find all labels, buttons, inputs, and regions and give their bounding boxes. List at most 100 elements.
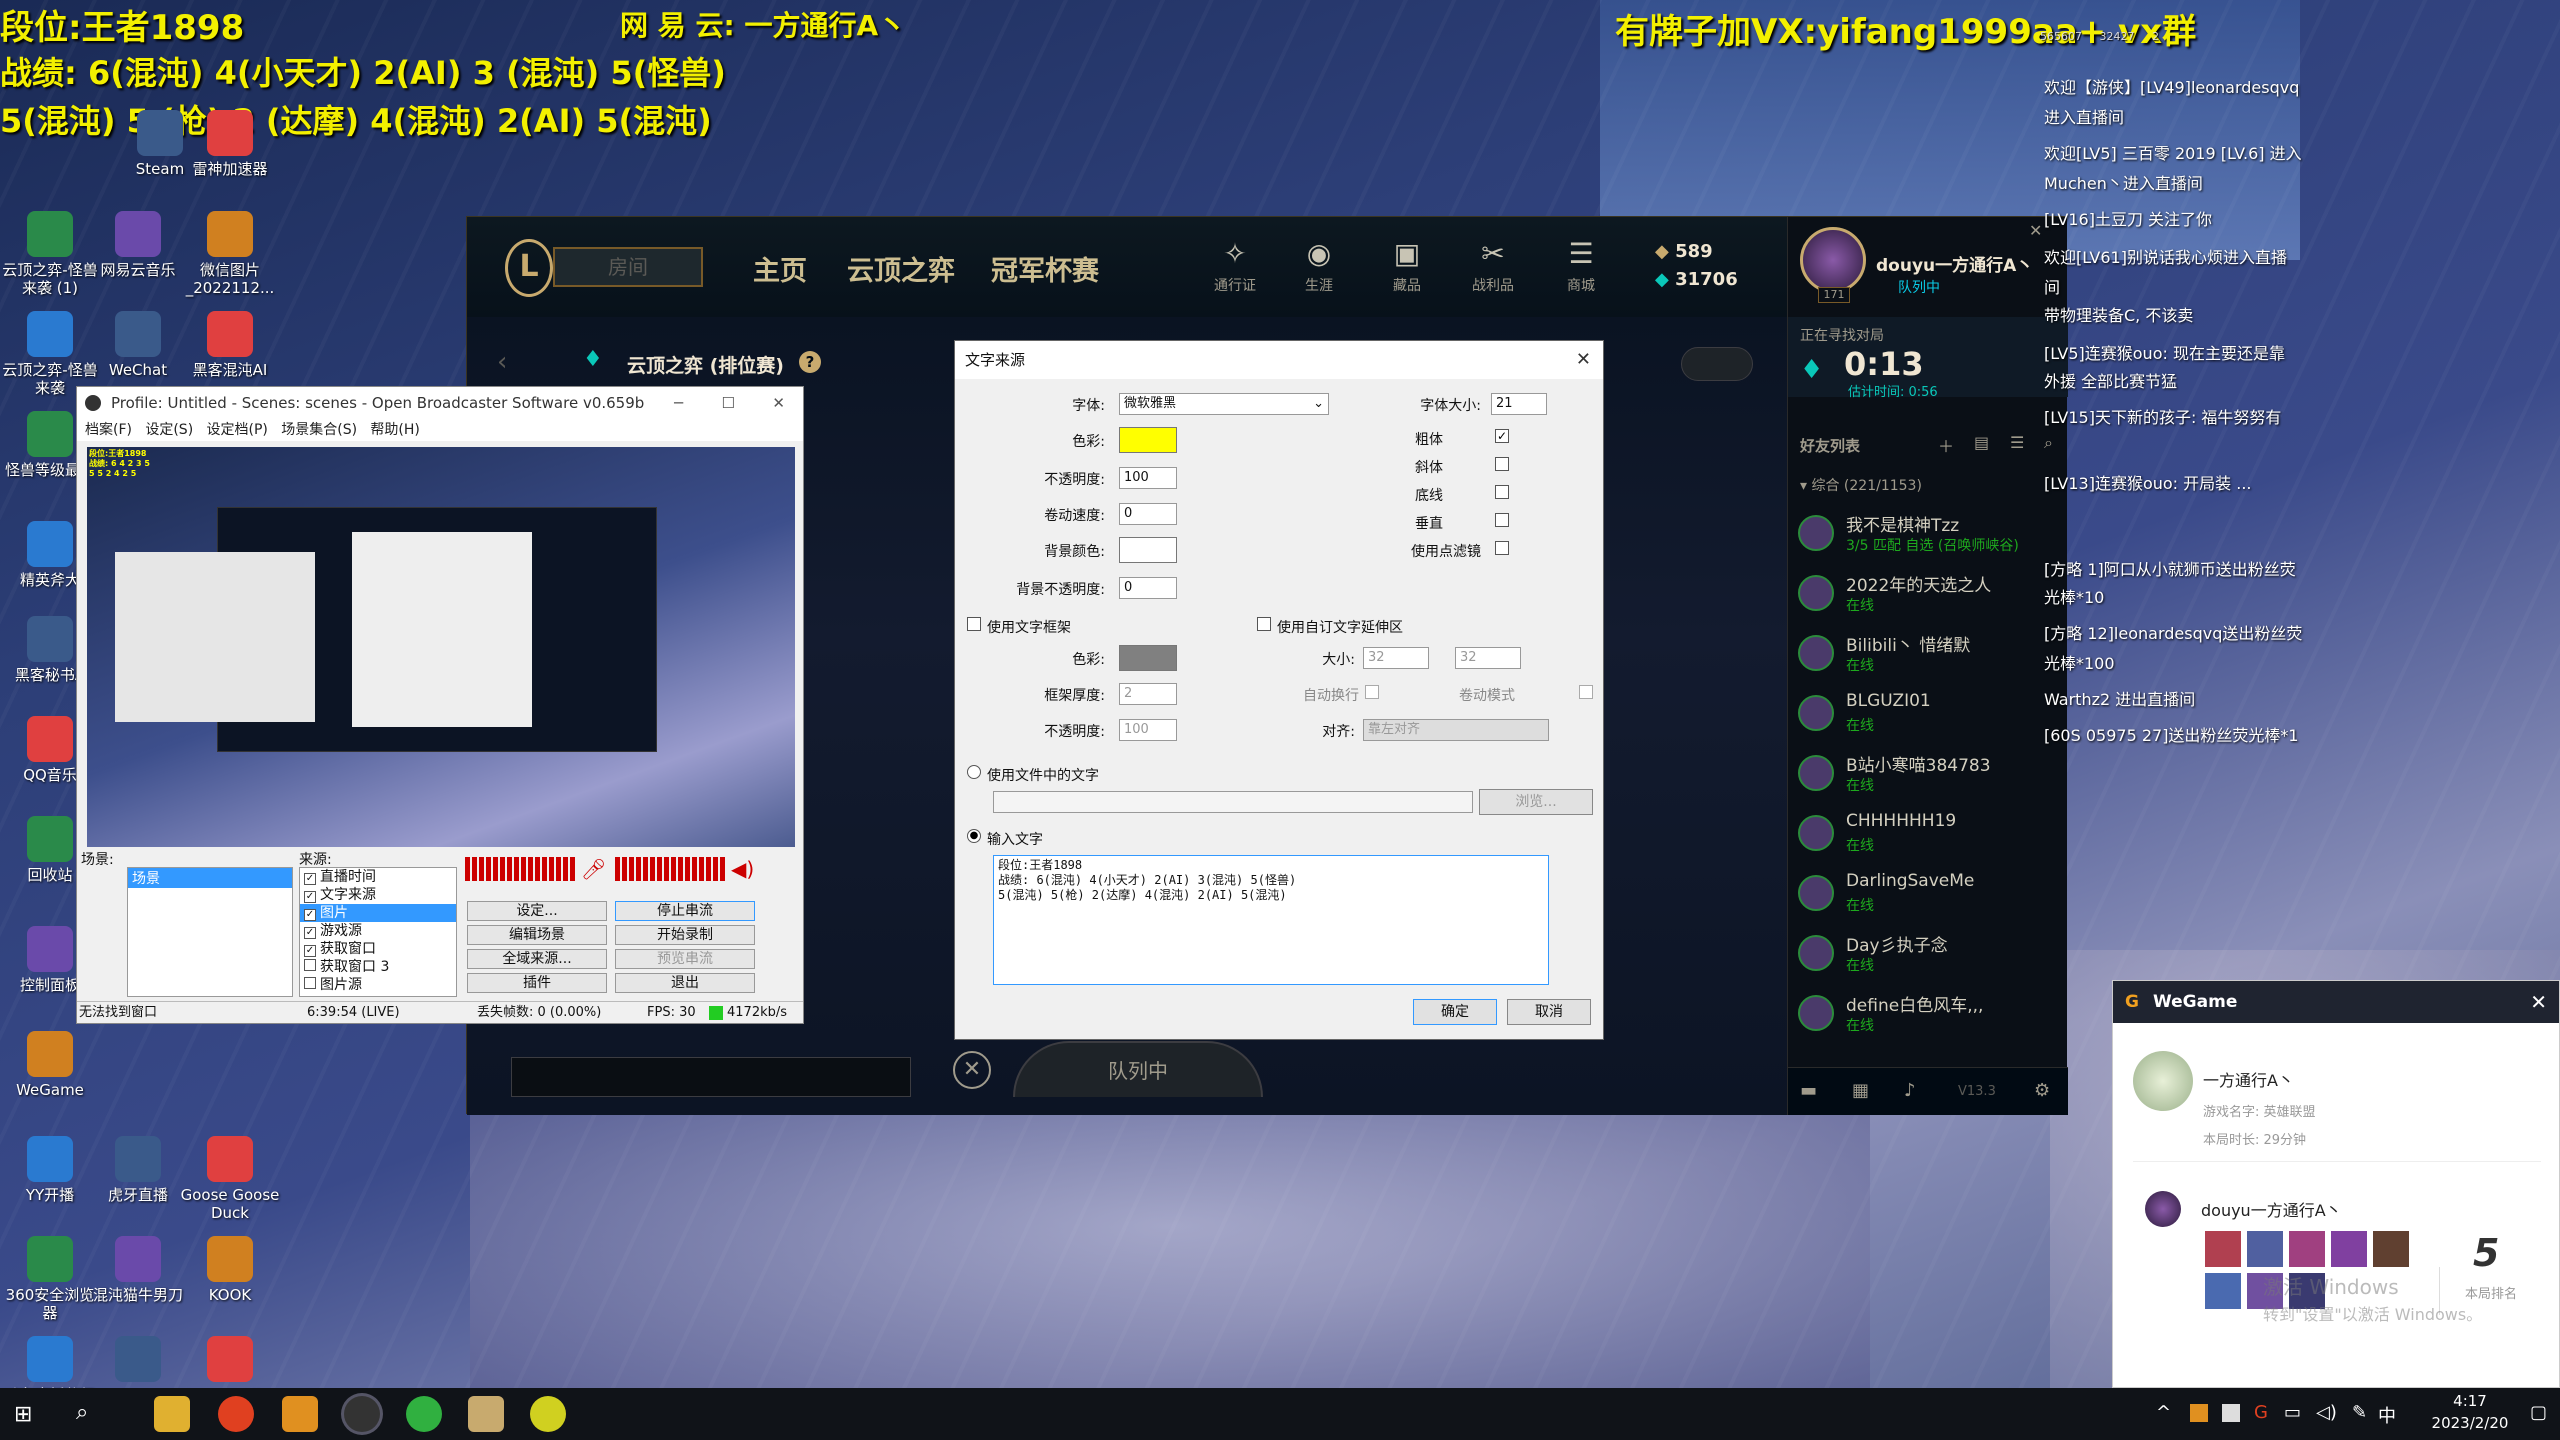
friend-row[interactable]: BLGUZI01 在线 [1798, 687, 2058, 745]
desktop-icon[interactable]: 虎牙直播 [88, 1136, 188, 1204]
edit-scene-button[interactable]: 编辑场景 [467, 925, 607, 945]
tray-browser-icon[interactable]: G [2254, 1402, 2268, 1423]
desktop-icon[interactable]: WeGame [0, 1031, 100, 1099]
cancel-button[interactable]: 取消 [1507, 999, 1591, 1025]
menu-settings[interactable]: 设定(S) [145, 422, 193, 438]
nav-store[interactable]: ☰ 商城 [1551, 237, 1611, 295]
friend-row[interactable]: CHHHHHH19 在线 [1798, 807, 2058, 865]
opacity-input[interactable]: 100 [1119, 467, 1177, 489]
close-icon[interactable]: ✕ [2530, 981, 2547, 1023]
nav-tft[interactable]: 云顶之弈 [847, 249, 955, 288]
friend-row[interactable]: DarlingSaveMe 在线 [1798, 867, 2058, 925]
desktop-icon[interactable]: 混沌猫牛男刀 [88, 1236, 188, 1304]
outline-thickness-input[interactable]: 2 [1119, 683, 1177, 705]
menu-help[interactable]: 帮助(H) [370, 422, 419, 438]
stop-stream-button[interactable]: 停止串流 [615, 901, 755, 921]
volume-icon[interactable]: ◁) [2316, 1402, 2337, 1423]
font-size-input[interactable]: 21 [1491, 393, 1547, 415]
cancel-queue-icon[interactable]: ✕ [953, 1051, 991, 1089]
settings-button[interactable]: 设定... [467, 901, 607, 921]
friend-row[interactable]: Day彡执子念 在线 [1798, 927, 2058, 985]
use-outline-checkbox[interactable] [967, 617, 981, 631]
font-select[interactable]: 微软雅黑 ⌄ [1119, 393, 1329, 415]
size-w-input[interactable]: 32 [1363, 647, 1429, 669]
nav-home[interactable]: 主页 [753, 249, 807, 288]
speaker-icon[interactable]: ◀︎) [731, 857, 754, 881]
bold-checkbox[interactable]: ✓ [1495, 429, 1509, 443]
voice-icon[interactable]: ♪ [1904, 1080, 1916, 1101]
scenes-list[interactable]: 场景 [127, 867, 293, 997]
source-checkbox[interactable]: ✓ [304, 927, 316, 939]
outline-color-swatch[interactable] [1119, 645, 1177, 671]
source-checkbox[interactable]: ✓ [304, 909, 316, 921]
browse-button[interactable]: 浏览... [1479, 789, 1593, 815]
use-file-radio[interactable] [967, 765, 981, 779]
size-h-input[interactable]: 32 [1455, 647, 1521, 669]
menu-scene-collection[interactable]: 场景集合(S) [281, 422, 357, 438]
tray-app-icon[interactable] [2190, 1404, 2208, 1422]
chat-icon[interactable]: ▬ [1800, 1080, 1817, 1101]
friend-row[interactable]: Bilibili丶 惜绪默 在线 [1798, 627, 2058, 685]
obs-taskbar-icon[interactable] [344, 1396, 380, 1432]
nav-profile[interactable]: ◉ 生涯 [1289, 237, 1349, 295]
scene-item[interactable]: 场景 [128, 868, 292, 888]
notification-icon[interactable]: ▢ [2530, 1402, 2547, 1423]
source-checkbox[interactable] [304, 977, 316, 989]
room-button[interactable]: 房间 [553, 247, 703, 287]
mic-icon[interactable]: 🎤︎ [581, 857, 606, 881]
source-item[interactable]: ✓ 直播时间 [300, 868, 456, 886]
queue-status-button[interactable]: 队列中 [1013, 1041, 1263, 1097]
desktop-icon[interactable]: WeChat [88, 311, 188, 379]
nav-collection[interactable]: ▣ 藏品 [1377, 237, 1437, 295]
desktop-icon[interactable]: 云顶之弈-怪兽来袭 [0, 311, 100, 397]
scroll-mode-checkbox[interactable] [1579, 685, 1593, 699]
back-arrow-icon[interactable]: ‹ [497, 347, 507, 377]
source-checkbox[interactable]: ✓ [304, 873, 316, 885]
league-client-icon[interactable] [468, 1396, 504, 1432]
desktop-icon[interactable]: Goose Goose Duck [180, 1136, 280, 1222]
friend-row[interactable]: 我不是棋神Tzz 3/5 匹配 自选 (召唤师峡谷) [1798, 507, 2058, 565]
desktop-icon[interactable]: 云顶之弈-怪兽来袭 (1) [0, 211, 100, 297]
desktop-icon[interactable]: 雷神加速器 [180, 110, 280, 178]
minimize-icon[interactable]: ─ [674, 387, 683, 419]
source-item[interactable]: ✓ 游戏源 [300, 922, 456, 940]
global-sources-button[interactable]: 全域来源... [467, 949, 607, 969]
360-browser-icon[interactable] [406, 1396, 442, 1432]
clock-date[interactable]: 2023/2/20 [2420, 1414, 2520, 1432]
bg-opacity-input[interactable]: 0 [1119, 577, 1177, 599]
source-checkbox[interactable]: ✓ [304, 891, 316, 903]
close-icon[interactable]: ✕ [1576, 341, 1591, 379]
vertical-checkbox[interactable] [1495, 513, 1509, 527]
friend-row[interactable]: B站小寒喵384783 在线 [1798, 747, 2058, 805]
nav-loot[interactable]: ✂ 战利品 [1463, 237, 1523, 295]
settings-icon[interactable]: ⚙ [2034, 1080, 2050, 1101]
desktop-icon[interactable]: YY开播 [0, 1136, 100, 1204]
sources-list[interactable]: ✓ 直播时间 ✓ 文字来源 ✓ 图片 ✓ 游戏源 ✓ 获取窗口 获取窗口 3 图片源 [299, 867, 457, 997]
search-icon[interactable]: ⌕ [76, 1400, 88, 1425]
qqmusic-icon[interactable] [530, 1396, 566, 1432]
source-checkbox[interactable]: ✓ [304, 945, 316, 957]
source-item[interactable]: ✓ 获取窗口 [300, 940, 456, 958]
friend-group[interactable]: ▾ 综合 (221/1153) [1800, 475, 1922, 495]
nav-clash[interactable]: 冠军杯赛 [991, 249, 1099, 288]
chat-input-box[interactable] [511, 1057, 911, 1097]
clock-time[interactable]: 4:17 [2420, 1392, 2520, 1410]
tray-chevron-icon[interactable]: ^ [2156, 1402, 2171, 1423]
source-item[interactable]: ✓ 图片 [300, 904, 456, 922]
search-icon[interactable]: ⌕ [2044, 433, 2053, 453]
source-item[interactable]: 图片源 [300, 976, 456, 994]
add-friend-icon[interactable]: ＋ [1938, 433, 1954, 457]
maximize-icon[interactable]: ☐ [722, 387, 735, 419]
windows-start-icon[interactable]: ⊞ [14, 1402, 32, 1427]
input-text-radio[interactable]: ● [967, 829, 981, 843]
menu-profile[interactable]: 设定档(P) [207, 422, 268, 438]
list-icon[interactable]: ☰ [2010, 433, 2024, 452]
desktop-icon[interactable]: 网易云音乐 [88, 211, 188, 279]
source-checkbox[interactable] [304, 959, 316, 971]
italic-checkbox[interactable] [1495, 457, 1509, 471]
file-explorer-icon[interactable] [154, 1396, 190, 1432]
desktop-icon[interactable]: 360安全浏览器 [0, 1236, 100, 1322]
file-path-input[interactable] [993, 791, 1473, 813]
ime-indicator[interactable]: 中 [2378, 1402, 2396, 1428]
help-icon[interactable]: ? [799, 351, 821, 373]
